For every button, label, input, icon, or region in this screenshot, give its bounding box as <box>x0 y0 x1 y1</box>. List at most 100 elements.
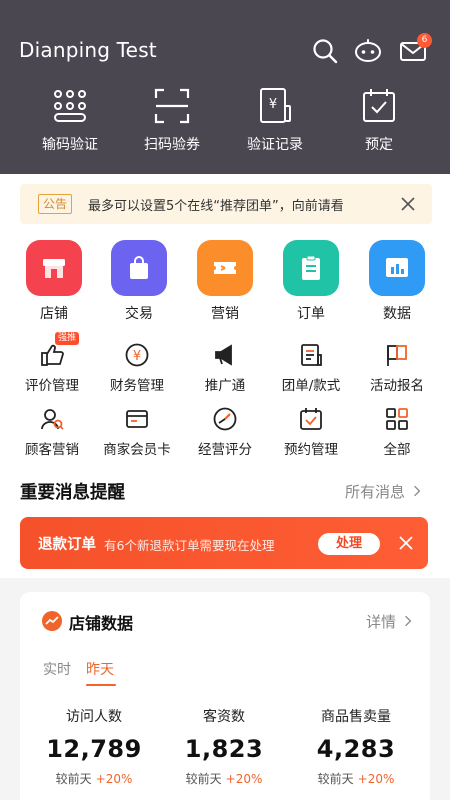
quick-action-label: 输码验证 <box>42 137 98 153</box>
category-tile <box>197 240 253 296</box>
function-reviews[interactable]: 强推 评价管理 <box>7 332 97 394</box>
stat-visitors: 访问人数 12,789 较前天 +20% <box>29 706 159 787</box>
close-icon[interactable] <box>398 194 418 214</box>
category-shop[interactable]: 店铺 <box>14 240 94 330</box>
function-customer-marketing[interactable]: 顾客营销 <box>7 406 97 458</box>
quick-action-label: 验证记录 <box>247 137 303 153</box>
chevron-right-icon <box>404 615 412 627</box>
stat-label: 访问人数 <box>66 709 122 725</box>
search-icon[interactable] <box>310 36 340 66</box>
category-label: 数据 <box>383 306 411 322</box>
function-finance[interactable]: ¥ 财务管理 <box>92 342 182 394</box>
active-tab-indicator <box>86 684 116 686</box>
stat-compare: 较前天 +20% <box>159 770 289 787</box>
quick-action-label: 预定 <box>365 137 393 153</box>
function-events[interactable]: 活动报名 <box>352 342 442 394</box>
mail-unread-badge: 6 <box>417 33 432 48</box>
trend-icon <box>42 611 62 631</box>
function-promotion[interactable]: 推广通 <box>180 342 270 394</box>
function-all[interactable]: 全部 <box>352 406 442 458</box>
announcement-text: 最多可以设置5个在线“推荐团单”，向前请看 <box>88 199 344 214</box>
quick-action-scan[interactable]: 扫码验券 <box>117 86 227 156</box>
stat-change: +20% <box>357 772 395 786</box>
stat-compare: 较前天 +20% <box>291 770 421 787</box>
category-label: 订单 <box>297 306 325 322</box>
receipt-icon: ¥ <box>255 86 295 126</box>
store-data-title: 店铺数据 <box>69 614 134 633</box>
stat-label: 商品售卖量 <box>321 709 391 725</box>
quick-action-records[interactable]: ¥ 验证记录 <box>220 86 330 156</box>
refund-alert-description: 有6个新退款订单需要现在处理 <box>104 538 275 553</box>
details-link[interactable]: 详情 <box>366 611 412 632</box>
category-label: 营销 <box>211 306 239 322</box>
function-appointments[interactable]: 预约管理 <box>266 406 356 458</box>
app-title: Dianping Test <box>19 38 157 62</box>
category-label: 交易 <box>125 306 153 322</box>
stat-leads: 客资数 1,823 较前天 +20% <box>159 706 289 787</box>
header-bar: Dianping Test 6 输码验证 扫码验券 ¥ 验证记录 预定 <box>0 0 450 174</box>
stat-change: +20% <box>225 772 263 786</box>
stat-items-sold: 商品售卖量 4,283 较前天 +20% <box>291 706 421 787</box>
function-member-card[interactable]: 商家会员卡 <box>92 406 182 458</box>
megaphone-icon <box>212 342 238 368</box>
assistant-robot-icon[interactable] <box>353 36 383 66</box>
stat-compare-label: 较前天 <box>185 772 222 786</box>
gauge-icon <box>212 406 238 432</box>
stat-value: 12,789 <box>46 735 142 763</box>
category-data[interactable]: 数据 <box>357 240 437 330</box>
bag-icon <box>130 256 148 279</box>
close-icon[interactable] <box>397 534 415 552</box>
function-label: 活动报名 <box>370 378 424 394</box>
stat-change: +20% <box>95 772 133 786</box>
function-label: 推广通 <box>204 378 246 394</box>
yuan-coin-icon: ¥ <box>124 342 150 368</box>
recommend-badge: 强推 <box>55 332 80 345</box>
process-refund-button[interactable]: 处理 <box>318 533 380 555</box>
customer-icon <box>39 406 65 432</box>
clipboard-icon <box>302 255 320 280</box>
refund-alert[interactable]: 退款订单 有6个新退款订单需要现在处理 处理 <box>20 517 428 569</box>
announcement-tag: 公告 <box>38 194 73 214</box>
all-messages-label: 所有消息 <box>345 483 406 501</box>
function-business-score[interactable]: 经营评分 <box>180 406 270 458</box>
stat-compare-label: 较前天 <box>317 772 354 786</box>
ticket-icon <box>214 262 236 274</box>
stat-label: 客资数 <box>203 709 245 725</box>
stat-compare: 较前天 +20% <box>29 770 159 787</box>
thumb-up-icon: 强推 <box>39 332 80 368</box>
category-tile <box>26 240 82 296</box>
function-label: 商家会员卡 <box>103 442 171 458</box>
stat-compare-label: 较前天 <box>55 772 92 786</box>
grid-icon <box>384 406 410 432</box>
chevron-right-icon <box>413 485 421 497</box>
quick-action-reservation[interactable]: 预定 <box>324 86 434 156</box>
category-trade[interactable]: 交易 <box>99 240 179 330</box>
function-deals[interactable]: 团单/款式 <box>266 342 356 394</box>
main-panel: 公告 最多可以设置5个在线“推荐团单”，向前请看 店铺 交易 营销 订单 数据 … <box>0 174 450 578</box>
function-label: 预约管理 <box>284 442 338 458</box>
refund-alert-title: 退款订单 <box>38 537 96 553</box>
function-label: 全部 <box>383 442 411 458</box>
announcement-bar[interactable]: 公告 最多可以设置5个在线“推荐团单”，向前请看 <box>20 184 432 224</box>
stat-value: 1,823 <box>184 735 264 763</box>
category-tile <box>369 240 425 296</box>
flag-icon <box>384 342 410 368</box>
keypad-icon <box>50 86 90 126</box>
shop-icon <box>43 259 65 278</box>
document-icon <box>298 342 324 368</box>
category-orders[interactable]: 订单 <box>271 240 351 330</box>
important-messages-title: 重要消息提醒 <box>20 483 125 503</box>
function-label: 评价管理 <box>25 378 79 394</box>
all-messages-link[interactable]: 所有消息 <box>345 481 421 502</box>
category-marketing[interactable]: 营销 <box>185 240 265 330</box>
tab-realtime[interactable]: 实时 <box>43 659 71 679</box>
function-label: 团单/款式 <box>281 378 341 394</box>
scan-icon <box>152 86 192 126</box>
svg-text:¥: ¥ <box>133 349 141 364</box>
store-data-card: 店铺数据 详情 实时 昨天 访问人数 12,789 较前天 +20% 客资数 1,… <box>20 592 430 800</box>
details-label: 详情 <box>366 613 397 631</box>
quick-action-code-verify[interactable]: 输码验证 <box>15 86 125 156</box>
function-label: 财务管理 <box>110 378 164 394</box>
tab-yesterday[interactable]: 昨天 <box>86 659 114 679</box>
card-icon <box>124 406 150 432</box>
